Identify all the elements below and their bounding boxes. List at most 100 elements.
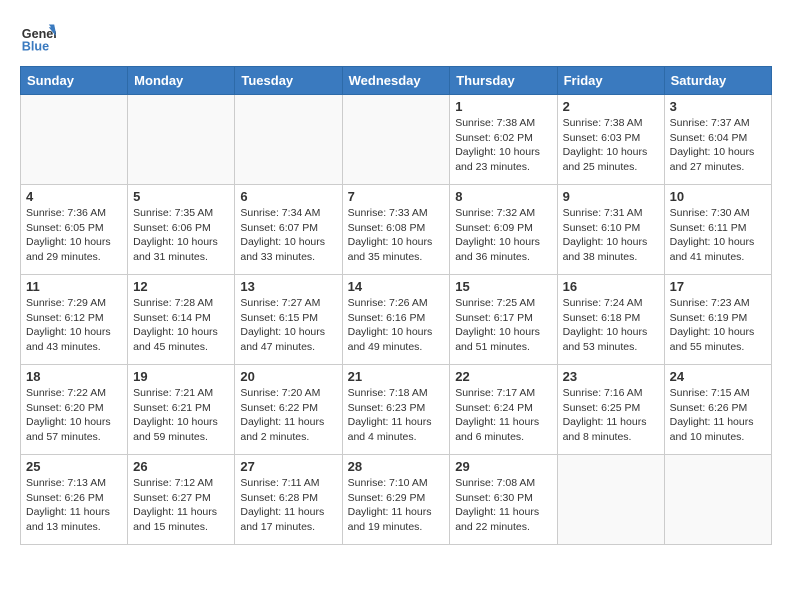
day-number: 28 [348,459,445,474]
day-cell: 11 Sunrise: 7:29 AM Sunset: 6:12 PM Dayli… [21,275,128,365]
day-number: 27 [240,459,336,474]
day-cell: 14 Sunrise: 7:26 AM Sunset: 6:16 PM Dayli… [342,275,450,365]
day-cell [342,95,450,185]
day-info: Sunrise: 7:32 AM Sunset: 6:09 PM Dayligh… [455,206,551,265]
day-cell: 18 Sunrise: 7:22 AM Sunset: 6:20 PM Dayli… [21,365,128,455]
day-number: 7 [348,189,445,204]
day-info: Sunrise: 7:25 AM Sunset: 6:17 PM Dayligh… [455,296,551,355]
day-cell: 23 Sunrise: 7:16 AM Sunset: 6:25 PM Dayli… [557,365,664,455]
day-cell [21,95,128,185]
header-monday: Monday [128,67,235,95]
day-info: Sunrise: 7:18 AM Sunset: 6:23 PM Dayligh… [348,386,445,445]
day-info: Sunrise: 7:21 AM Sunset: 6:21 PM Dayligh… [133,386,229,445]
day-cell: 21 Sunrise: 7:18 AM Sunset: 6:23 PM Dayli… [342,365,450,455]
day-cell: 9 Sunrise: 7:31 AM Sunset: 6:10 PM Daylig… [557,185,664,275]
page-header: General Blue [20,20,772,56]
day-info: Sunrise: 7:22 AM Sunset: 6:20 PM Dayligh… [26,386,122,445]
svg-text:Blue: Blue [22,40,49,54]
day-cell: 20 Sunrise: 7:20 AM Sunset: 6:22 PM Dayli… [235,365,342,455]
day-info: Sunrise: 7:29 AM Sunset: 6:12 PM Dayligh… [26,296,122,355]
day-cell: 1 Sunrise: 7:38 AM Sunset: 6:02 PM Daylig… [450,95,557,185]
day-cell: 5 Sunrise: 7:35 AM Sunset: 6:06 PM Daylig… [128,185,235,275]
week-row-4: 25Sunrise: 7:13 AM Sunset: 6:26 PM Dayli… [21,455,772,545]
day-info: Sunrise: 7:27 AM Sunset: 6:15 PM Dayligh… [240,296,336,355]
day-number: 9 [563,189,659,204]
day-info: Sunrise: 7:26 AM Sunset: 6:16 PM Dayligh… [348,296,445,355]
day-cell: 26Sunrise: 7:12 AM Sunset: 6:27 PM Dayli… [128,455,235,545]
day-number: 11 [26,279,122,294]
day-cell: 25Sunrise: 7:13 AM Sunset: 6:26 PM Dayli… [21,455,128,545]
day-info: Sunrise: 7:20 AM Sunset: 6:22 PM Dayligh… [240,386,336,445]
header-saturday: Saturday [664,67,771,95]
day-cell: 17 Sunrise: 7:23 AM Sunset: 6:19 PM Dayli… [664,275,771,365]
day-info: Sunrise: 7:24 AM Sunset: 6:18 PM Dayligh… [563,296,659,355]
day-number: 12 [133,279,229,294]
day-number: 14 [348,279,445,294]
day-info: Sunrise: 7:33 AM Sunset: 6:08 PM Dayligh… [348,206,445,265]
day-number: 1 [455,99,551,114]
day-info: Sunrise: 7:15 AM Sunset: 6:26 PM Dayligh… [670,386,766,445]
day-cell: 8 Sunrise: 7:32 AM Sunset: 6:09 PM Daylig… [450,185,557,275]
day-number: 21 [348,369,445,384]
day-info: Sunrise: 7:30 AM Sunset: 6:11 PM Dayligh… [670,206,766,265]
day-number: 23 [563,369,659,384]
day-number: 18 [26,369,122,384]
day-cell: 15 Sunrise: 7:25 AM Sunset: 6:17 PM Dayli… [450,275,557,365]
header-tuesday: Tuesday [235,67,342,95]
day-info: Sunrise: 7:36 AM Sunset: 6:05 PM Dayligh… [26,206,122,265]
day-number: 17 [670,279,766,294]
day-cell [128,95,235,185]
day-cell: 19 Sunrise: 7:21 AM Sunset: 6:21 PM Dayli… [128,365,235,455]
day-cell: 6 Sunrise: 7:34 AM Sunset: 6:07 PM Daylig… [235,185,342,275]
day-number: 20 [240,369,336,384]
day-info: Sunrise: 7:28 AM Sunset: 6:14 PM Dayligh… [133,296,229,355]
day-number: 13 [240,279,336,294]
day-number: 16 [563,279,659,294]
day-number: 6 [240,189,336,204]
day-number: 15 [455,279,551,294]
header-wednesday: Wednesday [342,67,450,95]
day-info: Sunrise: 7:37 AM Sunset: 6:04 PM Dayligh… [670,116,766,175]
week-row-3: 18 Sunrise: 7:22 AM Sunset: 6:20 PM Dayli… [21,365,772,455]
day-number: 8 [455,189,551,204]
day-info: Sunrise: 7:23 AM Sunset: 6:19 PM Dayligh… [670,296,766,355]
day-cell: 29Sunrise: 7:08 AM Sunset: 6:30 PM Dayli… [450,455,557,545]
header-friday: Friday [557,67,664,95]
day-info: Sunrise: 7:38 AM Sunset: 6:02 PM Dayligh… [455,116,551,175]
day-info: Sunrise: 7:38 AM Sunset: 6:03 PM Dayligh… [563,116,659,175]
calendar-table: SundayMondayTuesdayWednesdayThursdayFrid… [20,66,772,545]
header-sunday: Sunday [21,67,128,95]
day-info: Sunrise: 7:12 AM Sunset: 6:27 PM Dayligh… [133,476,229,535]
day-number: 4 [26,189,122,204]
logo-icon: General Blue [20,20,56,56]
day-info: Sunrise: 7:08 AM Sunset: 6:30 PM Dayligh… [455,476,551,535]
day-cell [664,455,771,545]
day-cell: 28 Sunrise: 7:10 AM Sunset: 6:29 PM Dayli… [342,455,450,545]
day-info: Sunrise: 7:31 AM Sunset: 6:10 PM Dayligh… [563,206,659,265]
day-info: Sunrise: 7:35 AM Sunset: 6:06 PM Dayligh… [133,206,229,265]
day-cell: 16 Sunrise: 7:24 AM Sunset: 6:18 PM Dayli… [557,275,664,365]
day-info: Sunrise: 7:16 AM Sunset: 6:25 PM Dayligh… [563,386,659,445]
day-info: Sunrise: 7:17 AM Sunset: 6:24 PM Dayligh… [455,386,551,445]
day-cell: 7 Sunrise: 7:33 AM Sunset: 6:08 PM Daylig… [342,185,450,275]
logo: General Blue [20,20,62,56]
day-cell [235,95,342,185]
calendar-header-row: SundayMondayTuesdayWednesdayThursdayFrid… [21,67,772,95]
day-cell [557,455,664,545]
day-info: Sunrise: 7:11 AM Sunset: 6:28 PM Dayligh… [240,476,336,535]
day-info: Sunrise: 7:10 AM Sunset: 6:29 PM Dayligh… [348,476,445,535]
day-cell: 24Sunrise: 7:15 AM Sunset: 6:26 PM Dayli… [664,365,771,455]
day-number: 22 [455,369,551,384]
day-info: Sunrise: 7:34 AM Sunset: 6:07 PM Dayligh… [240,206,336,265]
week-row-0: 1 Sunrise: 7:38 AM Sunset: 6:02 PM Daylig… [21,95,772,185]
day-number: 5 [133,189,229,204]
header-thursday: Thursday [450,67,557,95]
day-number: 25 [26,459,122,474]
day-number: 10 [670,189,766,204]
day-cell: 12 Sunrise: 7:28 AM Sunset: 6:14 PM Dayli… [128,275,235,365]
day-number: 19 [133,369,229,384]
day-number: 2 [563,99,659,114]
day-cell: 4 Sunrise: 7:36 AM Sunset: 6:05 PM Daylig… [21,185,128,275]
day-cell: 10 Sunrise: 7:30 AM Sunset: 6:11 PM Dayli… [664,185,771,275]
week-row-1: 4 Sunrise: 7:36 AM Sunset: 6:05 PM Daylig… [21,185,772,275]
